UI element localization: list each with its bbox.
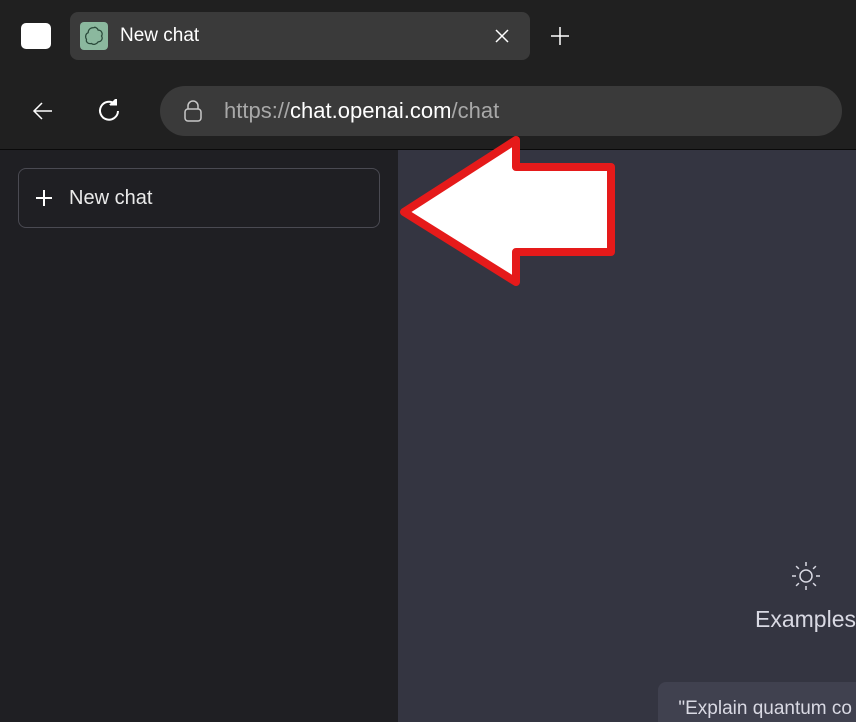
close-icon [494, 28, 510, 44]
examples-heading: Examples [755, 606, 856, 633]
plus-icon [549, 25, 571, 47]
example-card[interactable]: "Explain quantum co [658, 682, 856, 722]
main-content: Examples "Explain quantum co [398, 150, 856, 722]
back-arrow-icon [30, 98, 56, 124]
plus-icon [35, 189, 53, 207]
new-chat-label: New chat [69, 187, 152, 210]
lock-icon [182, 99, 204, 123]
url-text: https://chat.openai.com/chat [224, 98, 499, 124]
back-button[interactable] [14, 86, 72, 136]
address-bar-row: https://chat.openai.com/chat [0, 72, 856, 150]
sidebar: New chat [0, 150, 398, 722]
openai-swirl-icon [84, 26, 104, 46]
content-area: New chat Examples "Explain quantum co [0, 150, 856, 722]
tab-close-button[interactable] [488, 22, 516, 50]
browser-tab-bar: New chat [0, 0, 856, 72]
openai-favicon [80, 22, 108, 50]
refresh-button[interactable] [80, 86, 138, 136]
examples-section: Examples [755, 560, 856, 633]
browser-tab[interactable]: New chat [70, 12, 530, 60]
new-chat-button[interactable]: New chat [18, 168, 380, 228]
tab-title: New chat [120, 25, 476, 47]
sun-icon [790, 560, 822, 592]
tab-sidebar-button[interactable] [8, 12, 64, 60]
address-bar[interactable]: https://chat.openai.com/chat [160, 86, 842, 136]
new-tab-button[interactable] [536, 12, 584, 60]
window-icon [21, 23, 51, 49]
refresh-icon [95, 97, 123, 125]
